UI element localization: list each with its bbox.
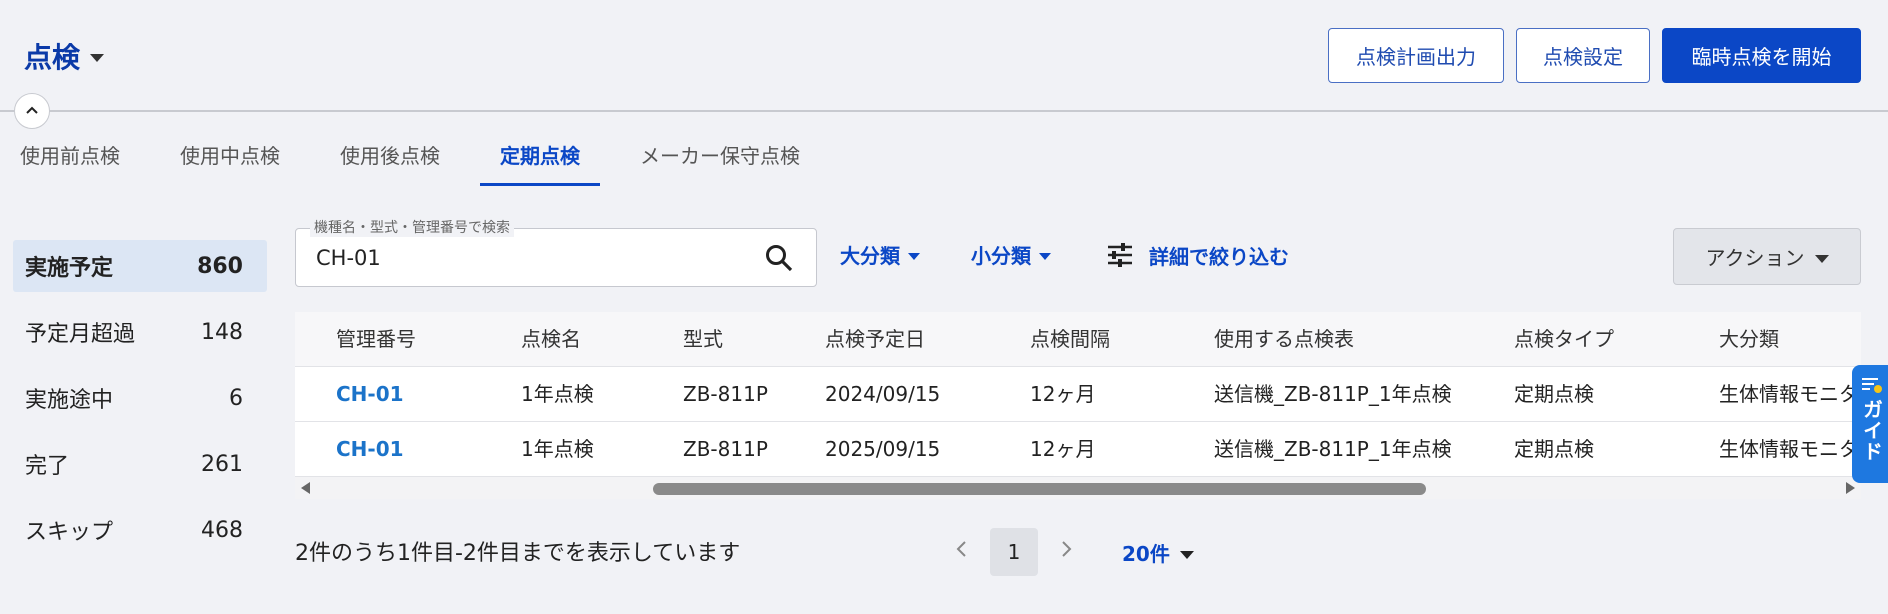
table-cell: 1年点検 — [521, 437, 594, 461]
scroll-thumb[interactable] — [653, 483, 1426, 495]
table-cell: 12ヶ月 — [1030, 382, 1096, 406]
status-item-skipped[interactable]: スキップ 468 — [13, 504, 267, 556]
search-box: 機種名・型式・管理番号で検索 — [295, 217, 817, 287]
guide-icon — [1862, 378, 1882, 393]
chevron-down-icon — [908, 253, 920, 260]
tab-maker-maintenance[interactable]: メーカー保守点検 — [620, 140, 820, 186]
tab-in-use[interactable]: 使用中点検 — [160, 140, 300, 186]
detail-filter-label: 詳細で絞り込む — [1149, 244, 1289, 269]
chevron-down-icon — [1814, 254, 1829, 263]
status-count: 261 — [201, 451, 243, 477]
table-cell: 定期点検 — [1514, 382, 1594, 406]
table-cell: 2025/09/15 — [825, 437, 941, 461]
management-number-link[interactable]: CH-01 — [336, 422, 404, 477]
page-title-dropdown[interactable]: 点検 — [24, 36, 105, 76]
chevron-down-icon — [90, 54, 105, 62]
table-cell: 2024/09/15 — [825, 382, 941, 406]
status-item-overdue[interactable]: 予定月超過 148 — [13, 306, 267, 358]
table-header: 管理番号 点検名 型式 点検予定日 点検間隔 使用する点検表 点検タイプ 大分類 — [295, 312, 1861, 367]
chevron-up-icon — [26, 106, 38, 114]
search-icon[interactable] — [764, 243, 794, 273]
col-header[interactable]: 点検タイプ — [1514, 312, 1614, 367]
guide-tab[interactable]: ガイド — [1852, 365, 1888, 483]
status-item-in-progress[interactable]: 実施途中 6 — [13, 372, 267, 424]
action-dropdown-button[interactable]: アクション — [1673, 228, 1861, 285]
col-header[interactable]: 点検予定日 — [825, 312, 925, 367]
status-label: 実施予定 — [25, 256, 114, 281]
tab-pre-use[interactable]: 使用前点検 — [0, 140, 140, 186]
chevron-right-icon — [1062, 541, 1072, 557]
status-label: 完了 — [25, 454, 70, 479]
status-label: スキップ — [25, 520, 114, 545]
inspection-settings-button[interactable]: 点検設定 — [1516, 28, 1650, 83]
table-cell: 生体情報モニタ — [1719, 382, 1859, 406]
table-cell: 1年点検 — [521, 382, 594, 406]
col-header[interactable]: 点検間隔 — [1030, 312, 1110, 367]
scroll-left-icon[interactable] — [301, 482, 310, 494]
minor-category-filter[interactable]: 小分類 — [971, 240, 1051, 269]
col-header[interactable]: 使用する点検表 — [1214, 312, 1354, 367]
pagination: 1 — [952, 528, 1076, 576]
status-item-scheduled[interactable]: 実施予定 860 — [13, 240, 267, 292]
page-number-button[interactable]: 1 — [990, 528, 1038, 576]
table-row[interactable]: CH-01 1年点検 ZB-811P 2024/09/15 12ヶ月 送信機_Z… — [295, 367, 1861, 422]
status-count: 148 — [201, 319, 243, 345]
status-item-completed[interactable]: 完了 261 — [13, 438, 267, 490]
table-cell: 定期点検 — [1514, 437, 1594, 461]
table-row[interactable]: CH-01 1年点検 ZB-811P 2025/09/15 12ヶ月 送信機_Z… — [295, 422, 1861, 477]
table-cell: 12ヶ月 — [1030, 437, 1096, 461]
per-page-dropdown[interactable]: 20件 — [1122, 538, 1194, 567]
per-page-label: 20件 — [1122, 542, 1170, 566]
header-divider — [0, 110, 1888, 112]
prev-page-button[interactable] — [952, 539, 972, 565]
status-count: 468 — [201, 517, 243, 543]
table-cell: ZB-811P — [683, 437, 768, 461]
status-list: 実施予定 860 予定月超過 148 実施途中 6 完了 261 スキップ 46… — [13, 240, 267, 570]
col-header[interactable]: 管理番号 — [336, 312, 416, 367]
inspection-table: 管理番号 点検名 型式 点検予定日 点検間隔 使用する点検表 点検タイプ 大分類… — [295, 312, 1861, 499]
plan-output-button[interactable]: 点検計画出力 — [1328, 28, 1504, 83]
chevron-down-icon — [1039, 253, 1051, 260]
status-label: 予定月超過 — [25, 322, 136, 347]
action-label: アクション — [1705, 246, 1805, 270]
status-count: 860 — [197, 253, 243, 279]
tab-post-use[interactable]: 使用後点検 — [320, 140, 460, 186]
table-cell: 送信機_ZB-811P_1年点検 — [1214, 382, 1452, 406]
scroll-right-icon[interactable] — [1846, 482, 1855, 494]
tune-icon — [1108, 243, 1132, 267]
start-adhoc-inspection-button[interactable]: 臨時点検を開始 — [1662, 28, 1861, 83]
next-page-button[interactable] — [1056, 539, 1076, 565]
search-input[interactable] — [316, 243, 736, 273]
status-label: 実施途中 — [25, 388, 114, 413]
page-title: 点検 — [24, 41, 81, 74]
status-count: 6 — [229, 385, 243, 411]
inspection-tabs: 使用前点検 使用中点検 使用後点検 定期点検 メーカー保守点検 — [0, 140, 820, 186]
management-number-link[interactable]: CH-01 — [336, 367, 404, 422]
chevron-down-icon — [1179, 550, 1194, 559]
col-header[interactable]: 点検名 — [521, 312, 581, 367]
horizontal-scrollbar[interactable] — [295, 477, 1861, 499]
table-cell: ZB-811P — [683, 382, 768, 406]
tab-periodic[interactable]: 定期点検 — [480, 140, 600, 186]
minor-category-label: 小分類 — [971, 244, 1031, 268]
col-header[interactable]: 大分類 — [1719, 312, 1779, 367]
major-category-filter[interactable]: 大分類 — [840, 240, 920, 269]
table-cell: 生体情報モニタ — [1719, 437, 1859, 461]
major-category-label: 大分類 — [840, 244, 900, 268]
guide-label: ガイド — [1859, 399, 1884, 462]
chevron-left-icon — [956, 541, 966, 557]
detail-filter-button[interactable]: 詳細で絞り込む — [1105, 240, 1289, 270]
col-header[interactable]: 型式 — [683, 312, 723, 367]
collapse-header-button[interactable] — [14, 93, 50, 129]
table-cell: 送信機_ZB-811P_1年点検 — [1214, 437, 1452, 461]
paging-info: 2件のうち1件目-2件目までを表示しています — [295, 541, 741, 566]
search-label: 機種名・型式・管理番号で検索 — [310, 217, 514, 237]
